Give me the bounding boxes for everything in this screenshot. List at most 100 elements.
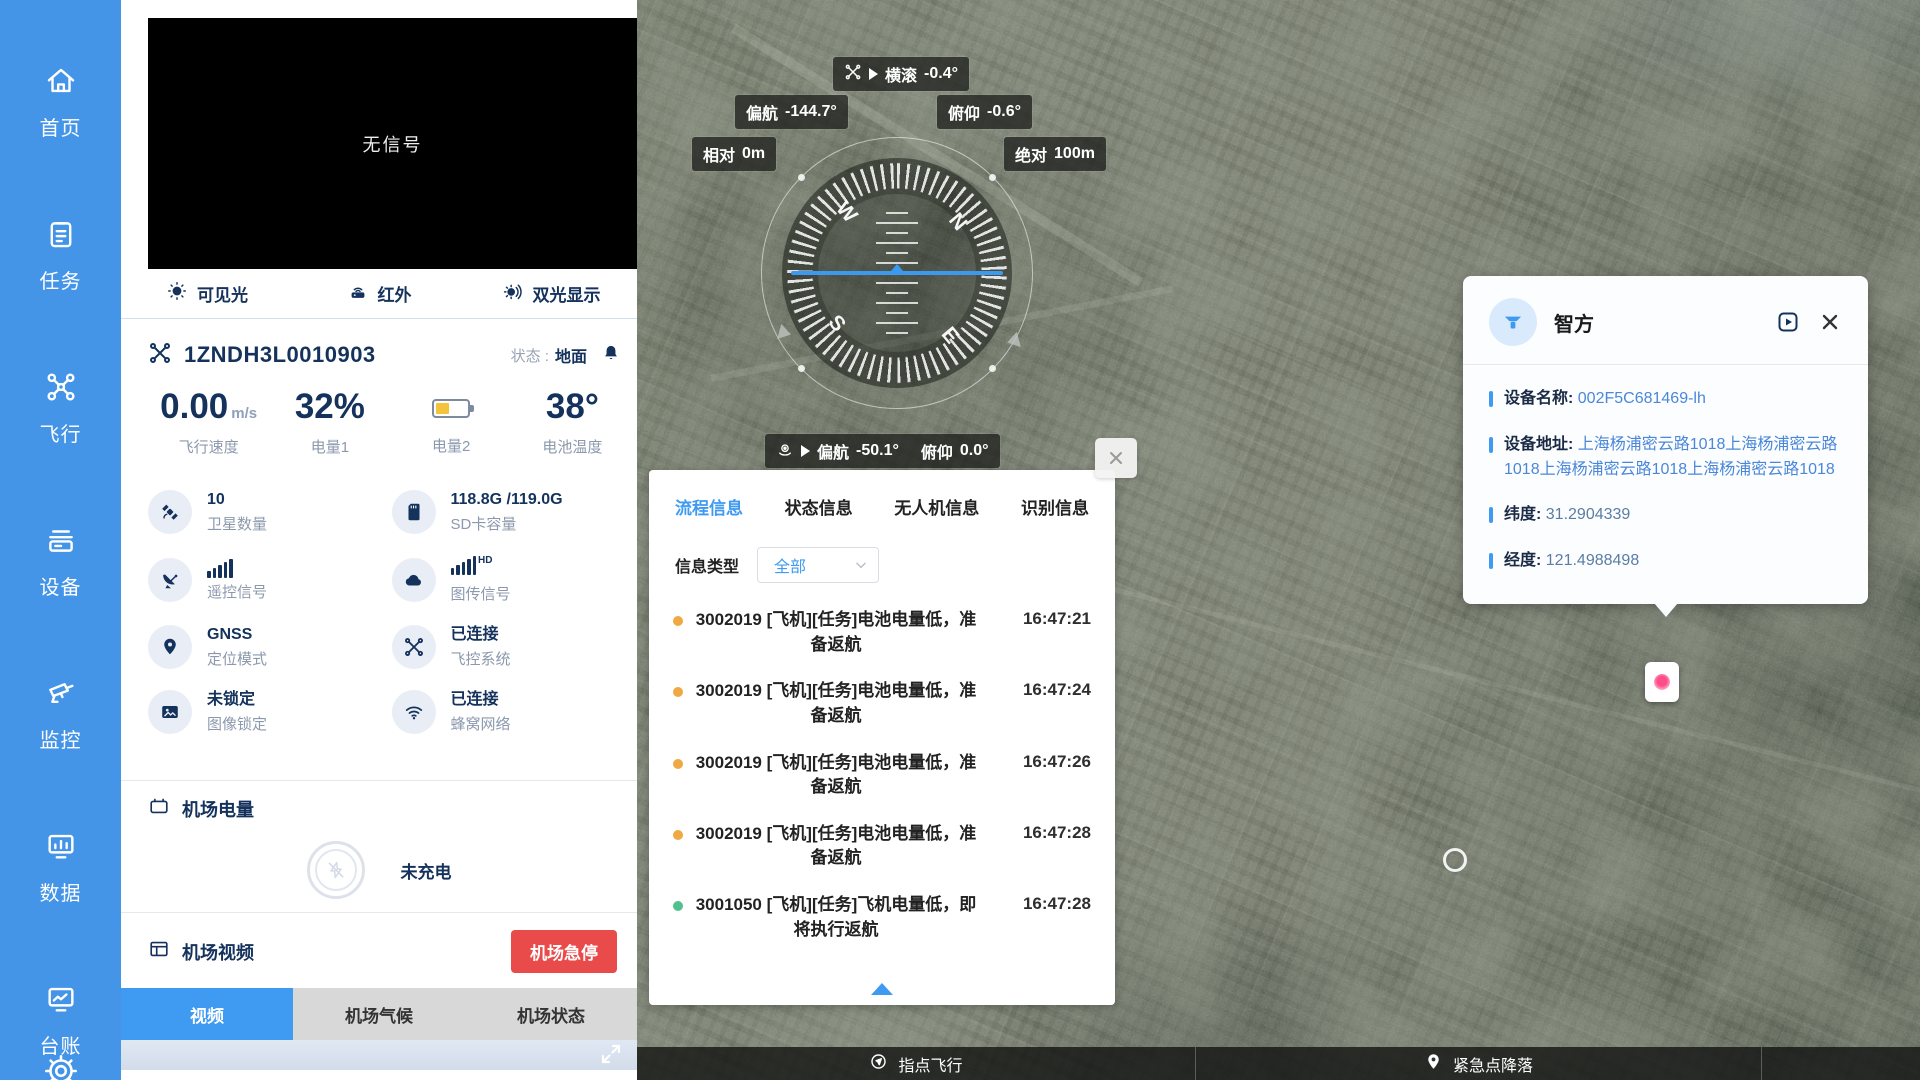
mode-tab-visible-light[interactable]: 可见光: [121, 269, 293, 318]
cloud-icon: [392, 558, 436, 602]
compass-north: N: [943, 209, 971, 236]
wifi-icon: [392, 690, 436, 734]
sidebar-item-home[interactable]: 首页: [40, 64, 82, 141]
dock-station-icon: [1489, 298, 1537, 346]
sidebar-item-label: 首页: [40, 112, 82, 141]
message-item[interactable]: 3002019 [飞机][任务]电池电量低，准备返航 16:47:26: [649, 740, 1115, 811]
dock-map-marker[interactable]: [1645, 662, 1679, 702]
device-card-header: 智方: [1463, 276, 1868, 364]
bottom-bar-spacer: [1762, 1047, 1920, 1080]
device-info-card: 智方 设备名称: 002F5C681469-lh 设备地址: 上海杨浦密云路10…: [1463, 276, 1868, 604]
yaw-badge: 偏航 -144.7°: [735, 95, 848, 129]
info-label: 飞控系统: [451, 648, 511, 669]
tab-video[interactable]: 视频: [121, 988, 293, 1040]
stat-label: 电量1: [311, 436, 349, 457]
sidebar-item-ledger[interactable]: 台账: [40, 982, 82, 1059]
tab-drone-info[interactable]: 无人机信息: [894, 494, 979, 519]
field-label: 设备地址:: [1504, 436, 1578, 453]
message-item[interactable]: 3002019 [飞机][任务]电池电量低，准备返航 16:47:24: [649, 668, 1115, 739]
gimbal-yaw-label: 偏航: [817, 439, 849, 463]
info-label: 遥控信号: [207, 581, 267, 602]
message-code: 3002019: [696, 824, 762, 843]
dock-battery-icon: [148, 795, 170, 822]
aircraft-id: 1ZNDH3L0010903: [148, 341, 376, 370]
point-fly-button[interactable]: 指点飞行: [637, 1047, 1196, 1080]
message-panel: 流程信息 状态信息 无人机信息 识别信息 信息类型 全部 3002019 [飞机…: [649, 470, 1115, 1005]
satellite-map[interactable]: 横滚 -0.4° 偏航 -144.7° 俯仰 -0.6° 相对 0m 绝对 10…: [637, 0, 1920, 1080]
message-code: 3002019: [696, 753, 762, 772]
collapse-panel-triangle[interactable]: [871, 983, 893, 995]
flight-icon: [44, 370, 78, 409]
stat-label: 飞行速度: [179, 436, 239, 457]
card-pointer: [1654, 603, 1678, 617]
tab-process-info[interactable]: 流程信息: [675, 494, 743, 519]
panel-close-button[interactable]: [1095, 438, 1137, 478]
stat-battery2: 电量2: [391, 386, 512, 482]
fullscreen-expand-icon[interactable]: [599, 1042, 623, 1071]
sidebar-item-settings[interactable]: [0, 1053, 121, 1080]
info-value: 118.8G /119.0G: [451, 490, 563, 510]
video-play-icon[interactable]: [1776, 310, 1800, 334]
charging-status: 未充电: [401, 858, 452, 883]
compass-disc: N E S W: [782, 158, 1012, 388]
drone-icon: [392, 625, 436, 669]
triangle-right-icon: [869, 68, 878, 80]
tab-dock-weather[interactable]: 机场气候: [293, 988, 465, 1040]
info-rc-signal: 遥控信号: [148, 555, 392, 604]
sidebar-item-monitor[interactable]: 监控: [40, 676, 82, 753]
map-ring-marker: [1443, 848, 1467, 872]
info-label: 卫星数量: [207, 513, 267, 534]
monitor-camera-icon: [44, 676, 78, 715]
tab-dock-status[interactable]: 机场状态: [465, 988, 637, 1040]
divider: [1463, 364, 1868, 365]
bell-icon[interactable]: [601, 343, 621, 368]
emergency-land-button[interactable]: 紧急点降落: [1196, 1047, 1762, 1080]
roll-value: -0.4°: [924, 65, 958, 83]
dock-power-header: 机场电量: [148, 795, 254, 822]
stat-temperature: 38° 电池温度: [512, 386, 633, 482]
info-flight-control: 已连接飞控系统: [392, 625, 636, 669]
compass-west: W: [831, 197, 862, 228]
message-item[interactable]: 3002019 [飞机][任务]电池电量低，准备返航 16:47:21: [649, 597, 1115, 668]
sidebar-item-label: 任务: [40, 265, 82, 294]
message-text: [飞机][任务]电池电量低，准备返航: [767, 824, 977, 868]
app-window: 首页 任务 飞行 设备 监控 数据 台账: [0, 0, 1920, 1080]
sidebar-item-data[interactable]: 数据: [40, 829, 82, 906]
aircraft-info-grid: 10卫星数量 118.8G /119.0GSD卡容量 遥控信号 HD图传信号 G…: [148, 490, 635, 734]
dock-emergency-stop-button[interactable]: 机场急停: [511, 930, 617, 973]
message-type-select[interactable]: 全部: [757, 547, 879, 583]
message-item[interactable]: 3002019 [飞机][任务]电池电量低，准备返航 16:47:28: [649, 811, 1115, 882]
home-icon: [44, 64, 78, 103]
point-fly-icon: [869, 1052, 888, 1076]
tab-status-info[interactable]: 状态信息: [785, 494, 853, 519]
drone-video-feed[interactable]: 无信号: [148, 18, 637, 269]
message-item[interactable]: 3001050 [飞机][任务]飞机电量低，即将执行返航 16:47:28: [649, 882, 1115, 953]
sidebar-item-flight[interactable]: 飞行: [40, 370, 82, 447]
sidebar-item-task[interactable]: 任务: [40, 217, 82, 294]
info-positioning: GNSS定位模式: [148, 625, 392, 669]
field-accent-bar: [1489, 391, 1493, 407]
antenna-dish-icon: [148, 558, 192, 602]
status-dot: [673, 687, 683, 697]
dock-video-header: 机场视频 机场急停: [148, 930, 617, 973]
mode-tab-dual-light[interactable]: 双光显示: [465, 269, 637, 318]
field-accent-bar: [1489, 437, 1493, 453]
message-text: [飞机][任务]飞机电量低，即将执行返航: [767, 895, 977, 939]
dock-video-preview[interactable]: [121, 1040, 637, 1070]
mode-tab-label: 可见光: [197, 281, 248, 306]
stat-label: 电量2: [432, 435, 470, 456]
no-signal-text: 无信号: [363, 131, 423, 157]
sidebar-item-device[interactable]: 设备: [40, 523, 82, 600]
close-icon[interactable]: [1818, 310, 1842, 334]
sidebar-item-label: 设备: [40, 571, 82, 600]
sidebar-item-label: 飞行: [40, 418, 82, 447]
aircraft-serial: 1ZNDH3L0010903: [184, 342, 376, 368]
message-text: [飞机][任务]电池电量低，准备返航: [767, 681, 977, 725]
mode-tab-infrared[interactable]: 红外: [293, 269, 465, 318]
temperature-value: 38°: [546, 386, 599, 428]
mode-tab-label: 双光显示: [533, 281, 601, 306]
tab-recognition-info[interactable]: 识别信息: [1021, 494, 1089, 519]
compass-south: S: [823, 311, 850, 337]
gimbal-badge: 偏航 -50.1° 俯仰 0.0°: [765, 434, 1000, 468]
pitch-badge: 俯仰 -0.6°: [937, 95, 1032, 129]
